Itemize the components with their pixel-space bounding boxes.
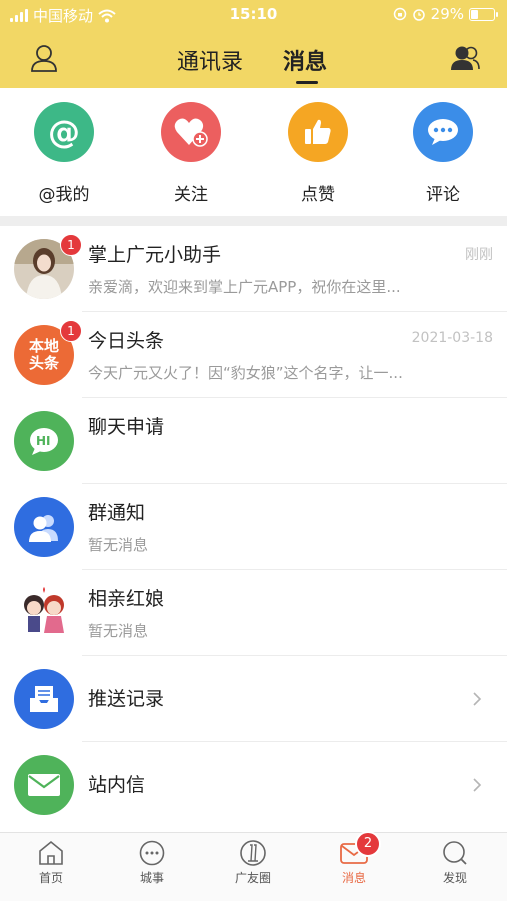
section-separator: [0, 216, 507, 226]
nav-circle[interactable]: 广友圈: [213, 839, 293, 886]
user-icon[interactable]: [28, 42, 60, 74]
nav-discover[interactable]: 发现: [415, 839, 495, 886]
bottom-nav: 首页 城事 广友圈 2 消息 发现: [0, 831, 507, 901]
hi-chat-icon: HI: [14, 411, 74, 471]
nav-label: 发现: [442, 871, 467, 885]
battery-percent: 29%: [430, 5, 464, 23]
quick-action-label: @我的: [38, 185, 90, 205]
list-item[interactable]: HI 聊天申请: [0, 398, 507, 484]
heart-plus-icon: [161, 102, 221, 162]
avatar-text: HI: [36, 434, 51, 448]
list-item[interactable]: 本地 头条 1 今日头条 2021-03-18 今天广元又火了！因“豹女狼”这个…: [0, 312, 507, 398]
quick-action-label: 点赞: [301, 185, 335, 205]
circle-icon: [240, 840, 266, 866]
message-title: 聊天申请: [88, 416, 165, 438]
quick-action-follow[interactable]: 关注: [141, 102, 241, 205]
message-title: 掌上广元小助手: [88, 244, 222, 266]
nav-label: 首页: [38, 871, 63, 885]
quick-action-label: 关注: [174, 185, 208, 205]
battery-icon: [469, 7, 498, 21]
nav-city[interactable]: 城事: [112, 839, 192, 886]
nav-label: 消息: [341, 871, 366, 885]
status-bar: 中国移动 15:10 29%: [0, 0, 507, 32]
top-header: 中国移动 15:10 29% 通讯录 消息: [0, 0, 507, 88]
message-time: 刚刚: [465, 247, 493, 263]
message-preview: 暂无消息: [88, 536, 149, 554]
thumbs-up-icon: [288, 102, 348, 162]
list-item[interactable]: 1 掌上广元小助手 刚刚 亲爱滴，欢迎来到掌上广元APP，祝你在这里...: [0, 226, 507, 312]
avatar-text: 头条: [28, 354, 59, 372]
nav-messages[interactable]: 2 消息: [314, 831, 394, 886]
quick-action-likes[interactable]: 点赞: [268, 102, 368, 205]
home-icon: [39, 840, 63, 865]
chevron-right-icon: [473, 778, 482, 792]
at-icon: @: [34, 102, 94, 162]
nav-badge: 2: [355, 831, 381, 857]
quick-actions: @ @我的 关注 点赞 评论: [0, 88, 507, 216]
header-nav: 通讯录 消息: [0, 32, 507, 88]
chevron-right-icon: [473, 692, 482, 706]
push-inbox-icon: [14, 669, 74, 729]
group-icon: [14, 497, 74, 557]
active-tab-indicator: [296, 81, 318, 84]
alarm-icon: [412, 9, 425, 21]
quick-action-label: 评论: [426, 185, 460, 205]
message-title: 群通知: [88, 502, 146, 524]
message-title: 相亲红娘: [88, 588, 165, 610]
message-title: 推送记录: [88, 688, 165, 710]
search-icon: [443, 841, 467, 865]
message-title: 今日头条: [88, 330, 165, 352]
avatar-text: 本地: [28, 337, 59, 355]
list-item[interactable]: 相亲红娘 暂无消息: [0, 570, 507, 656]
lock-rotation-icon: [393, 7, 406, 21]
quick-action-comments[interactable]: 评论: [393, 102, 493, 205]
nav-home[interactable]: 首页: [11, 839, 91, 886]
unread-badge: 1: [60, 234, 82, 256]
matchmaker-cartoon-avatar: [14, 583, 74, 643]
list-item[interactable]: 推送记录: [0, 656, 507, 742]
mail-icon: [14, 755, 74, 815]
message-preview: 亲爱滴，欢迎来到掌上广元APP，祝你在这里...: [88, 278, 401, 296]
status-right: 29%: [393, 5, 498, 23]
tab-messages[interactable]: 消息: [283, 44, 327, 76]
list-item[interactable]: 站内信: [0, 742, 507, 828]
message-time: 2021-03-18: [411, 330, 493, 346]
nav-label: 城事: [139, 871, 164, 885]
quick-action-at-me[interactable]: @ @我的: [14, 102, 114, 205]
unread-badge: 1: [60, 320, 82, 342]
chat-dots-icon: [139, 840, 165, 866]
list-item[interactable]: 群通知 暂无消息: [0, 484, 507, 570]
message-preview: 今天广元又火了！因“豹女狼”这个名字，让一...: [88, 364, 403, 382]
nav-label: 广友圈: [234, 871, 271, 885]
message-preview: 暂无消息: [88, 622, 149, 640]
contacts-icon[interactable]: [449, 42, 481, 74]
tab-contacts[interactable]: 通讯录: [177, 44, 243, 76]
chat-bubble-icon: [413, 102, 473, 162]
message-title: 站内信: [88, 774, 146, 796]
